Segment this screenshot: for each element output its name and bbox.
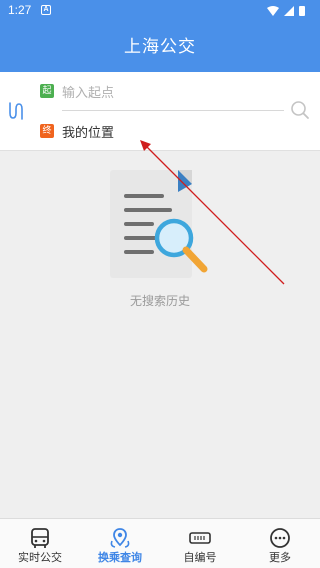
transfer-route-icon	[110, 528, 130, 548]
document-search-icon	[110, 170, 208, 278]
tab-realtime-bus[interactable]: 实时公交	[0, 519, 80, 568]
signal-icon	[284, 6, 294, 16]
tab-transfer-query[interactable]: 换乘查询	[80, 519, 160, 568]
swap-route-icon[interactable]	[8, 99, 24, 123]
status-bar: 1:27 A	[0, 0, 320, 22]
notification-a-icon: A	[41, 5, 51, 15]
tab-label: 实时公交	[18, 551, 62, 564]
start-input[interactable]: 输入起点	[62, 82, 272, 101]
divider	[62, 110, 284, 111]
start-badge: 起	[40, 84, 54, 98]
tab-label: 换乘查询	[98, 551, 142, 564]
route-panel: 起 输入起点 终 我的位置	[0, 72, 320, 151]
tab-label: 更多	[269, 551, 291, 564]
tab-more[interactable]: 更多	[240, 519, 320, 568]
battery-icon	[299, 6, 305, 16]
empty-history-text: 无搜索历史	[129, 294, 190, 308]
ticket-number-icon	[189, 532, 211, 544]
end-input[interactable]: 我的位置	[62, 122, 272, 141]
page-title: 上海公交	[124, 37, 196, 57]
app-bar: 上海公交	[0, 22, 320, 72]
bottom-tab-bar: 实时公交 换乘查询 自编号 更多	[0, 518, 320, 568]
more-dots-icon	[270, 528, 290, 548]
status-time: 1:27	[8, 3, 32, 17]
status-icons	[267, 6, 305, 16]
search-icon[interactable]	[290, 100, 310, 120]
bus-icon	[31, 528, 49, 548]
tab-self-number[interactable]: 自编号	[160, 519, 240, 568]
end-badge: 终	[40, 124, 54, 138]
tab-label: 自编号	[183, 551, 217, 564]
wifi-icon	[267, 6, 279, 16]
